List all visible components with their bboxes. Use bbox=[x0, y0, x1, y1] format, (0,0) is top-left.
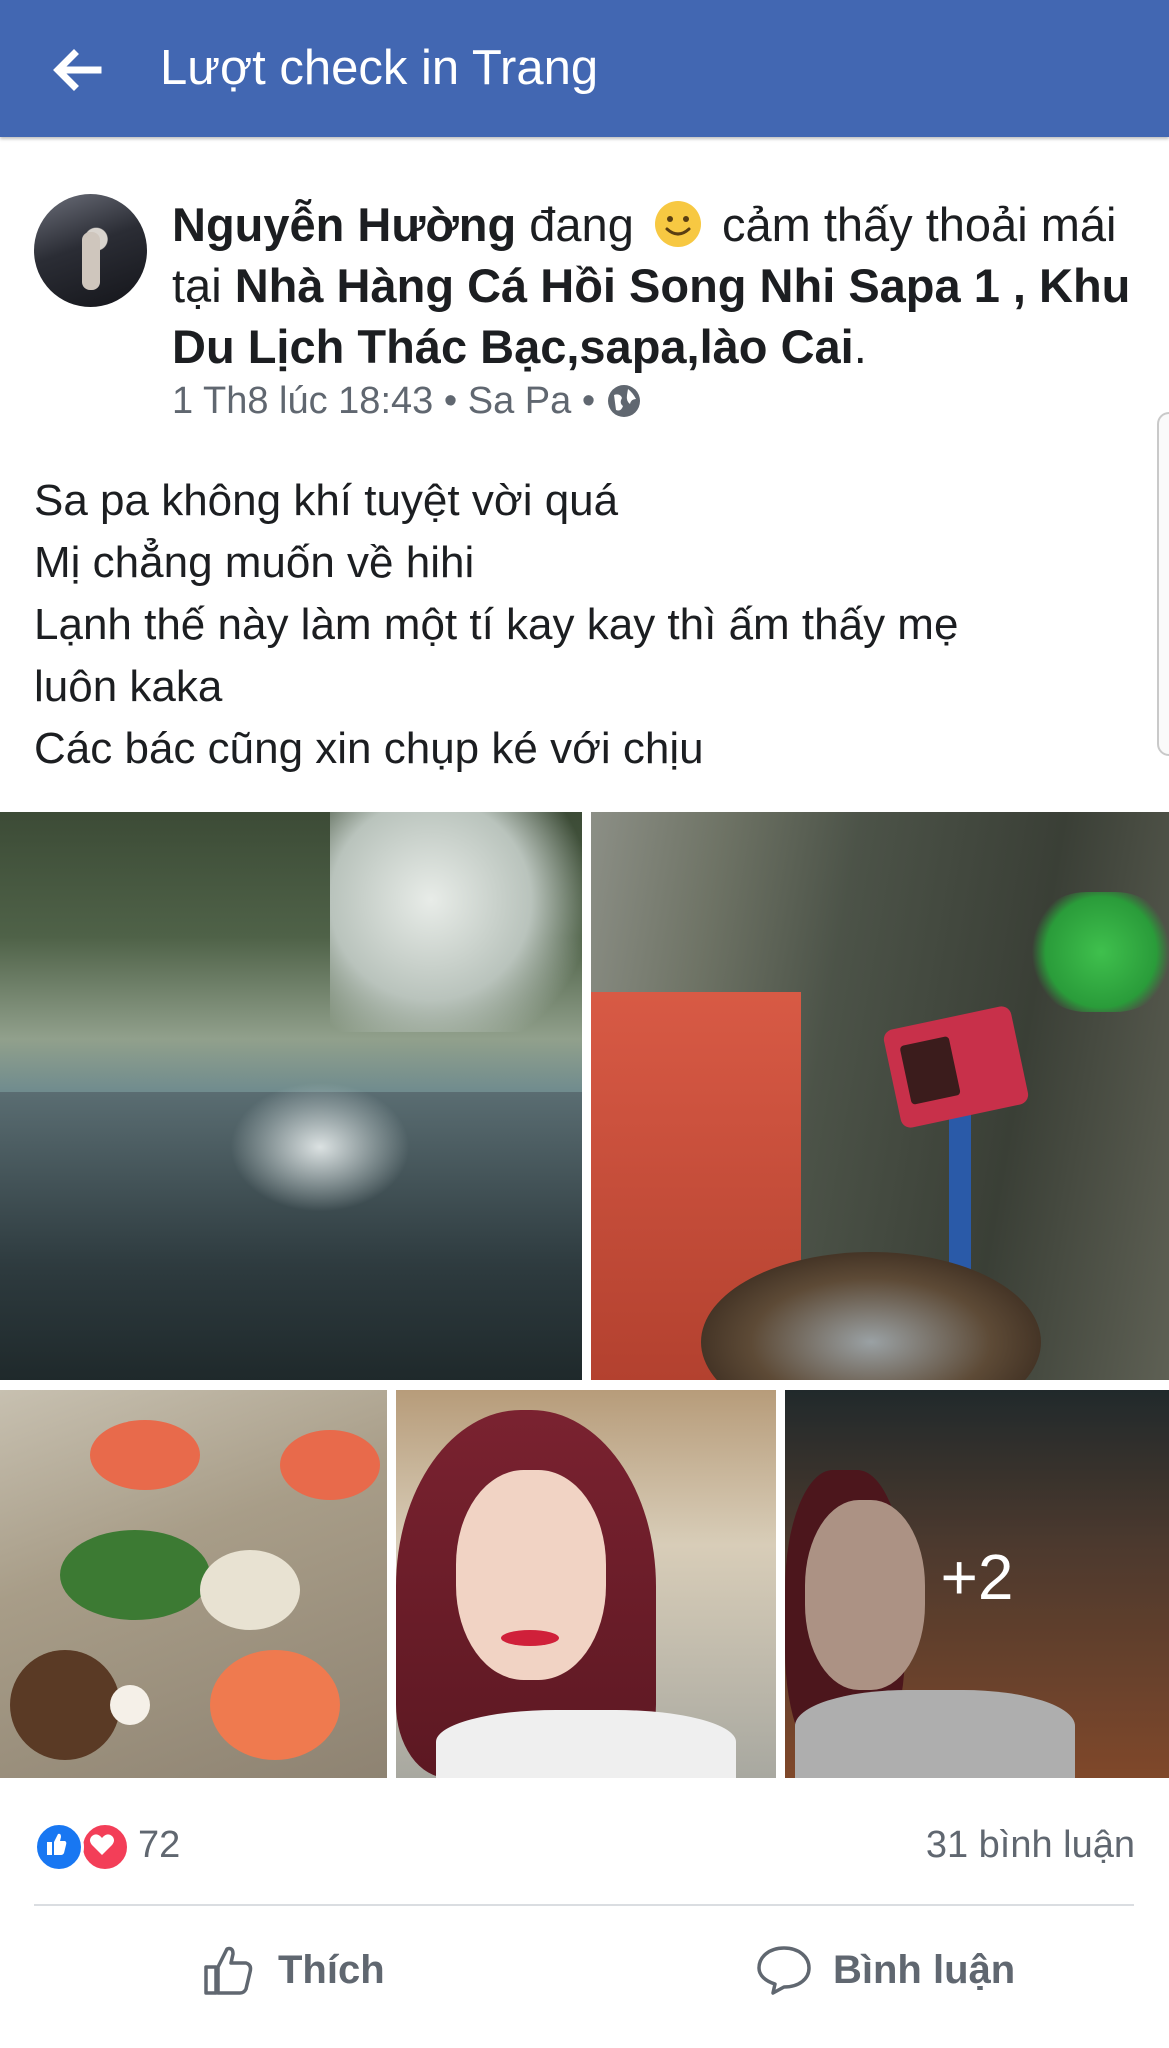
photo-fish-pond[interactable] bbox=[0, 812, 582, 1380]
post-text-line: Sa pa không khí tuyệt vời quá bbox=[34, 476, 619, 525]
thumbs-up-icon bbox=[204, 1946, 253, 1995]
checkin-place[interactable]: Nhà Hàng Cá Hồi Song Nhi Sapa 1 , Khu Du… bbox=[172, 259, 1130, 373]
author-avatar[interactable] bbox=[34, 194, 147, 307]
comment-button[interactable]: Bình luận bbox=[755, 1930, 1015, 2010]
comment-count[interactable]: 31 bình luận bbox=[926, 1822, 1135, 1868]
post-location[interactable]: Sa Pa bbox=[468, 380, 572, 422]
like-label: Thích bbox=[278, 1947, 385, 1992]
back-button[interactable] bbox=[40, 34, 116, 106]
globe-icon bbox=[607, 385, 640, 417]
feeling-prefix: đang bbox=[529, 198, 634, 251]
post-meta: 1 Th8 lúc 18:43 • Sa Pa • bbox=[172, 380, 642, 423]
arrow-left-icon bbox=[53, 49, 102, 91]
photo-more[interactable]: +2 bbox=[785, 1390, 1169, 1778]
photo-selfie[interactable] bbox=[396, 1390, 776, 1778]
app-bar: Lượt check in Trang bbox=[0, 0, 1169, 137]
love-reaction-icon bbox=[80, 1822, 130, 1872]
post-text-line: Lạnh thế này làm một tí kay kay thì ấm t… bbox=[34, 600, 959, 649]
meta-separator: • bbox=[581, 380, 596, 422]
author-name[interactable]: Nguyễn Hường bbox=[172, 198, 516, 251]
photo-fish-scale[interactable] bbox=[591, 812, 1169, 1380]
smile-emoji-icon bbox=[654, 201, 701, 247]
comment-bubble-icon bbox=[757, 1946, 811, 1995]
more-photos-count: +2 bbox=[940, 1541, 1014, 1613]
reaction-count: 72 bbox=[138, 1824, 181, 1866]
scroll-indicator[interactable] bbox=[1157, 412, 1169, 756]
like-reaction-icon bbox=[34, 1822, 84, 1872]
post-text-line: Mị chẳng muốn về hihi bbox=[34, 538, 475, 587]
like-button[interactable]: Thích bbox=[200, 1930, 385, 2010]
post-text-line: luôn kaka bbox=[34, 662, 223, 711]
comment-label: Bình luận bbox=[833, 1947, 1016, 1992]
post-timestamp[interactable]: 1 Th8 lúc 18:43 bbox=[172, 380, 433, 422]
post-header: Nguyễn Hường đang cảm thấy thoải mái tại… bbox=[172, 194, 1152, 377]
page-title: Lượt check in Trang bbox=[160, 41, 599, 95]
divider bbox=[34, 1904, 1134, 1906]
photo-food-table[interactable] bbox=[0, 1390, 387, 1778]
place-suffix: . bbox=[853, 320, 867, 373]
post-text-line: Các bác cũng xin chụp ké với chịu bbox=[34, 724, 704, 773]
post-body: Sa pa không khí tuyệt vời quá Mị chẳng m… bbox=[34, 470, 1134, 780]
meta-separator: • bbox=[443, 380, 458, 422]
